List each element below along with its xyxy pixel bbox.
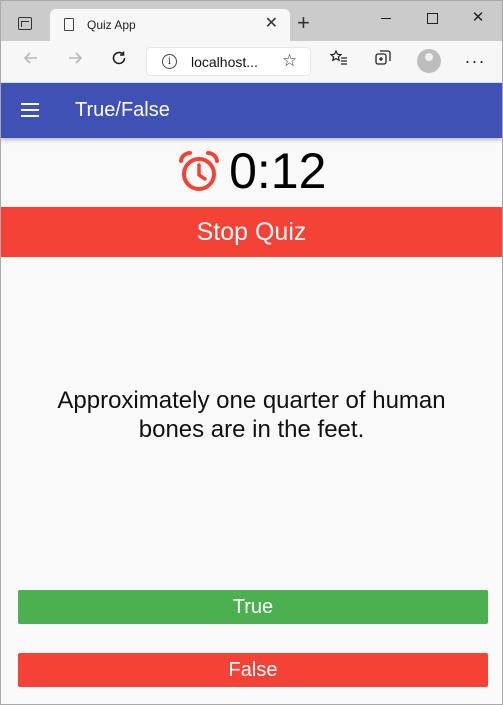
true-button[interactable]: True: [18, 590, 488, 624]
close-window-button[interactable]: ✕: [455, 5, 501, 31]
reload-icon[interactable]: [107, 49, 131, 73]
app-bar: True/False: [1, 83, 502, 138]
browser-tab[interactable]: Quiz App ✕: [50, 9, 290, 41]
stop-quiz-button[interactable]: Stop Quiz: [1, 207, 502, 257]
close-tab-icon[interactable]: ✕: [265, 15, 278, 33]
quiz-timer: 0:12: [1, 143, 502, 203]
app-title: True/False: [75, 99, 170, 121]
site-info-icon[interactable]: i: [162, 54, 177, 69]
collections-icon[interactable]: [371, 49, 395, 73]
favorites-icon[interactable]: [327, 49, 351, 73]
address-bar[interactable]: i localhost... ☆: [146, 47, 311, 76]
minimize-button[interactable]: [363, 5, 409, 31]
maximize-button[interactable]: [409, 5, 455, 31]
false-button[interactable]: False: [18, 653, 488, 687]
timer-value: 0:12: [229, 143, 327, 199]
hamburger-menu-icon[interactable]: [21, 103, 39, 117]
back-arrow-icon[interactable]: [19, 49, 43, 73]
window-menu-icon[interactable]: [18, 17, 32, 30]
alarm-clock-icon: [178, 150, 219, 191]
browser-toolbar: i localhost... ☆ ···: [1, 41, 502, 83]
forward-arrow-icon[interactable]: [63, 49, 87, 73]
more-options-icon[interactable]: ···: [463, 49, 487, 73]
new-tab-button[interactable]: +: [297, 12, 310, 34]
page-icon: [64, 18, 74, 31]
browser-window: Quiz App ✕ + ✕ i localhost... ☆ ··· True…: [0, 0, 503, 705]
url-text: localhost...: [191, 54, 258, 70]
profile-avatar-icon[interactable]: [417, 49, 441, 73]
add-favorite-icon[interactable]: ☆: [282, 51, 297, 71]
question-text: Approximately one quarter of human bones…: [57, 387, 446, 443]
tab-title: Quiz App: [87, 18, 136, 32]
tab-strip: Quiz App ✕ + ✕: [1, 1, 502, 41]
